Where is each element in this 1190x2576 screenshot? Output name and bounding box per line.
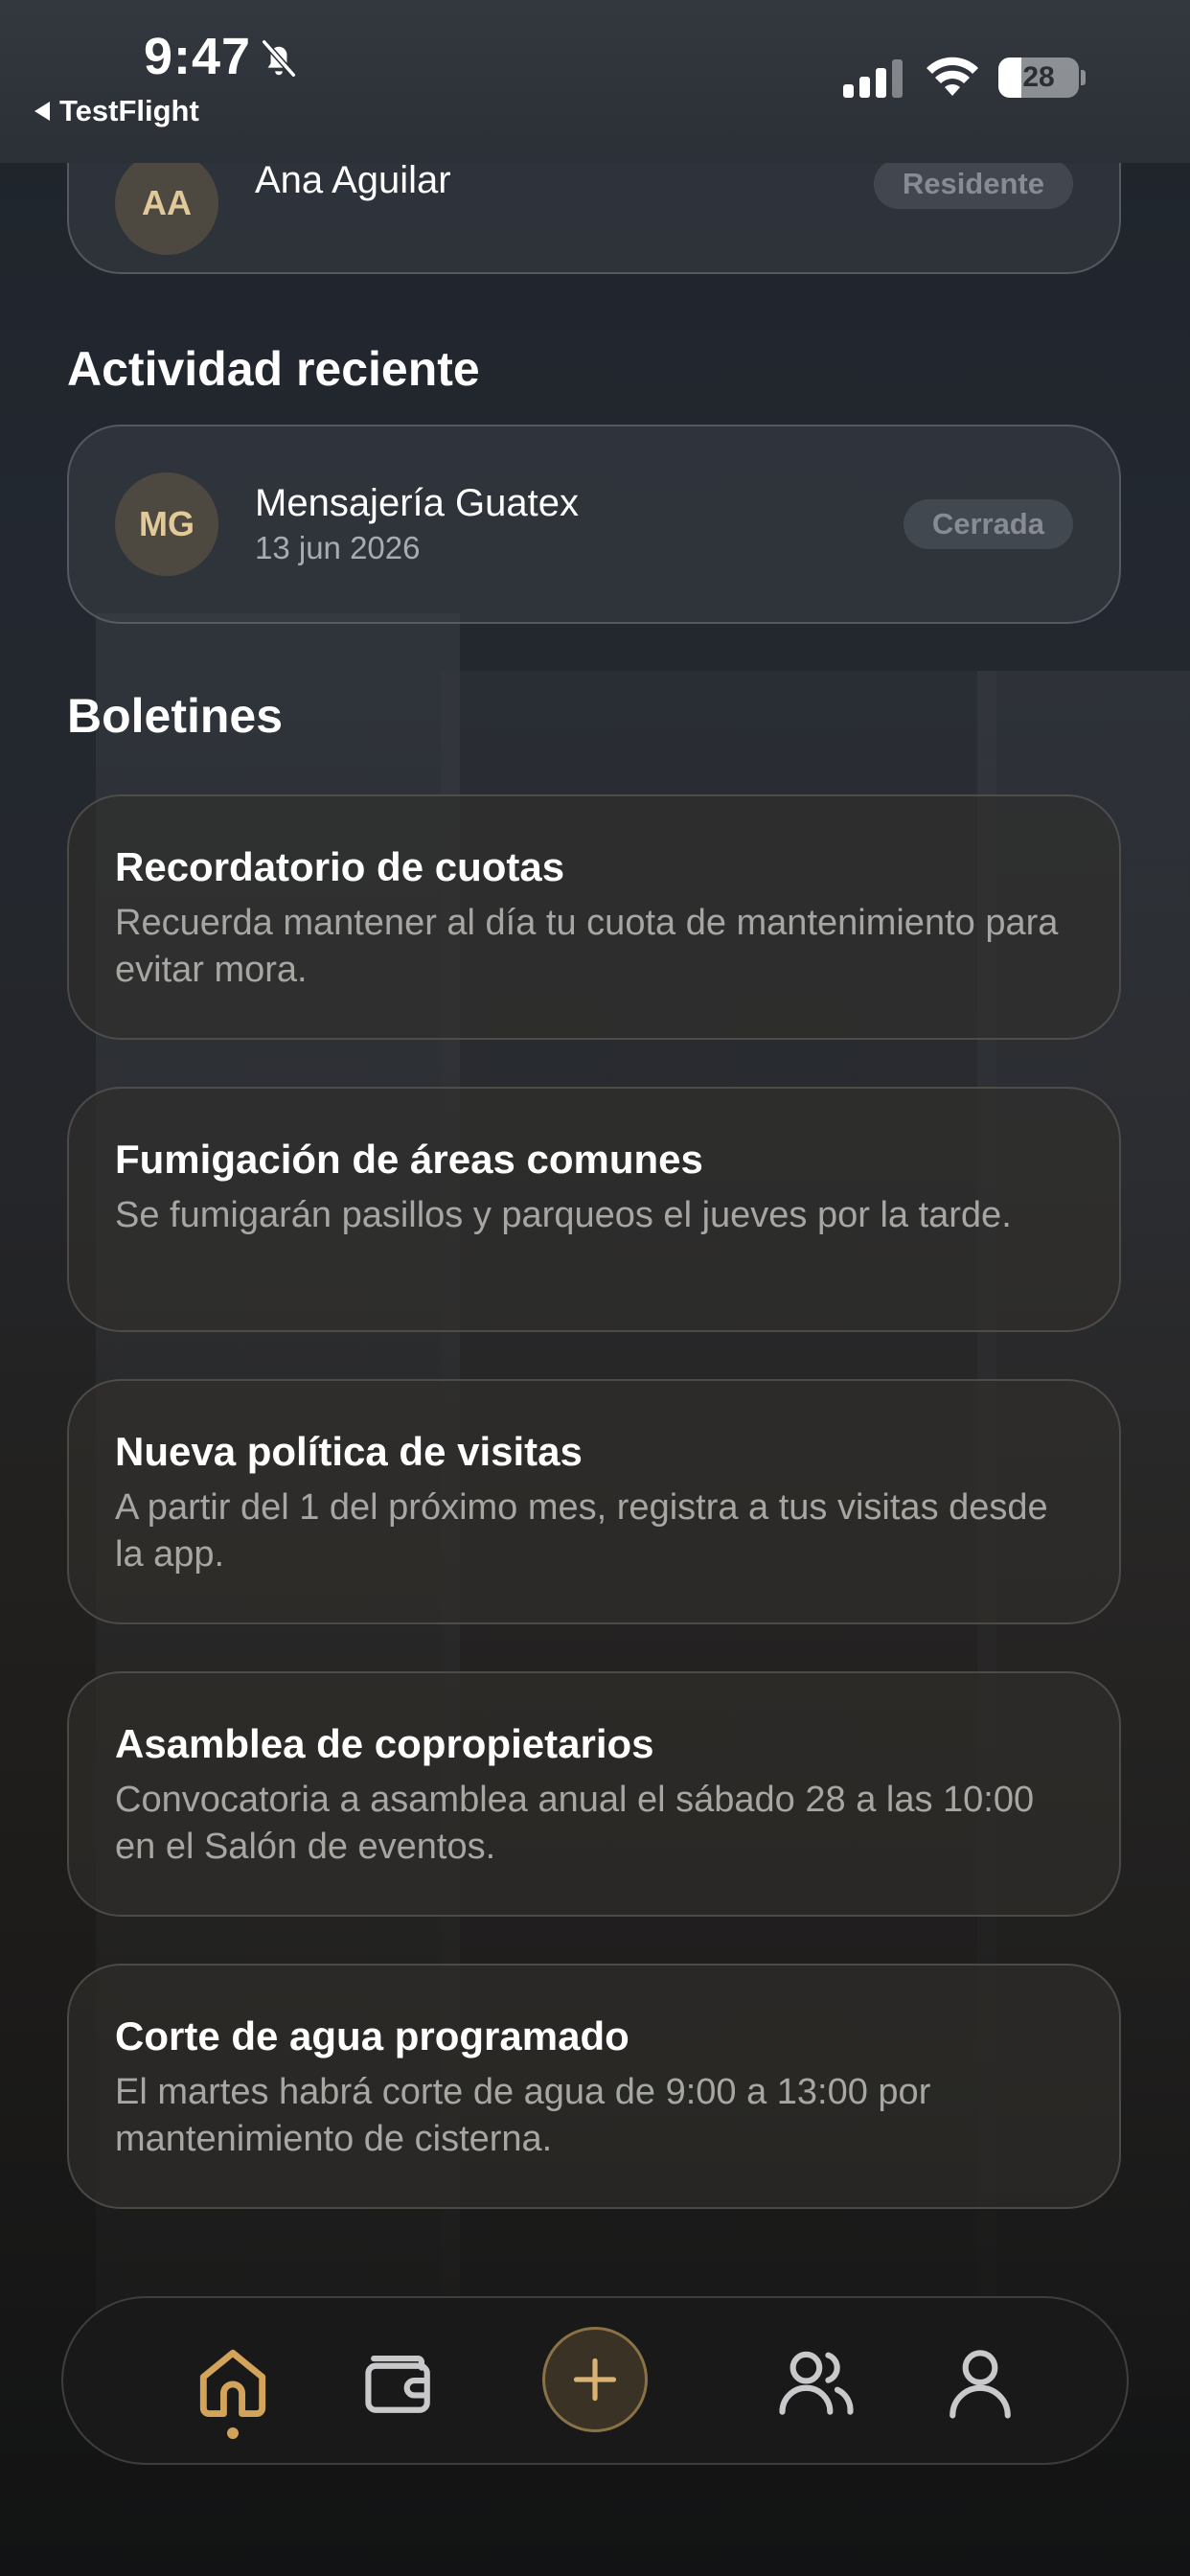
add-button[interactable] — [542, 2327, 648, 2432]
bulletin-title: Asamblea de copropietarios — [115, 1721, 654, 1766]
bell-slash-icon — [261, 38, 297, 79]
bulletin-card[interactable]: Recordatorio de cuotas Recuerda mantener… — [67, 794, 1121, 1040]
cellular-signal-icon — [843, 59, 903, 98]
bulletin-title: Fumigación de áreas comunes — [115, 1137, 703, 1182]
bulletin-card[interactable]: Nueva política de visitas A partir del 1… — [67, 1379, 1121, 1624]
avatar: MG — [115, 472, 218, 576]
active-tab-indicator — [227, 2427, 239, 2439]
role-badge: Residente — [873, 159, 1073, 209]
back-to-testflight-link[interactable]: TestFlight — [34, 94, 199, 128]
bulletin-card[interactable]: Fumigación de áreas comunes Se fumigarán… — [67, 1087, 1121, 1332]
status-bar: 9:47 TestFlight 28 — [0, 0, 1190, 163]
bulletins-title: Boletines — [67, 689, 284, 743]
bulletin-title: Nueva política de visitas — [115, 1429, 583, 1474]
wallet-icon — [365, 2356, 430, 2413]
tab-wallet[interactable] — [355, 2338, 444, 2426]
plus-icon — [573, 2358, 617, 2402]
battery-level: 28 — [1022, 61, 1055, 93]
bulletin-body: Recuerda mantener al día tu cuota de man… — [115, 903, 1059, 990]
user-icon — [950, 2350, 1011, 2419]
tab-profile[interactable] — [936, 2338, 1024, 2426]
tab-community[interactable] — [771, 2338, 859, 2426]
back-triangle-icon — [34, 102, 50, 121]
bulletin-title: Recordatorio de cuotas — [115, 844, 565, 889]
avatar: AA — [115, 151, 218, 255]
bulletin-card[interactable]: Corte de agua programado El martes habrá… — [67, 1964, 1121, 2209]
users-icon — [779, 2351, 854, 2415]
status-time: 9:47 — [144, 28, 252, 85]
wifi-icon — [927, 57, 978, 96]
activity-name: Mensajería Guatex — [255, 482, 579, 524]
activity-date: 13 jun 2026 — [255, 530, 421, 565]
bulletin-body: Se fumigarán pasillos y parqueos el juev… — [115, 1195, 1012, 1235]
bulletin-body: Convocatoria a asamblea anual el sábado … — [115, 1780, 1035, 1867]
bulletin-title: Corte de agua programado — [115, 2013, 629, 2058]
bulletin-card[interactable]: Asamblea de copropietarios Convocatoria … — [67, 1671, 1121, 1917]
bulletin-body: A partir del 1 del próximo mes, registra… — [115, 1487, 1048, 1575]
back-label: TestFlight — [59, 94, 199, 127]
bulletin-body: El martes habrá corte de agua de 9:00 a … — [115, 2072, 931, 2159]
tab-home[interactable] — [189, 2338, 277, 2426]
status-badge: Cerrada — [903, 499, 1073, 549]
activity-item-card[interactable]: MG Mensajería Guatex 13 jun 2026 Cerrada — [67, 425, 1121, 624]
home-icon — [199, 2349, 266, 2418]
bottom-tab-bar — [61, 2296, 1129, 2465]
member-name: Ana Aguilar — [255, 159, 451, 201]
battery-indicator: 28 — [998, 58, 1086, 98]
recent-activity-title: Actividad reciente — [67, 342, 480, 396]
